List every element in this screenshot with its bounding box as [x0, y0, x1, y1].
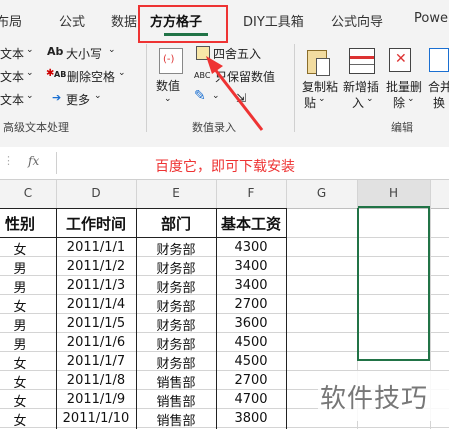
- arrow-shaft: [212, 67, 264, 131]
- arrow-head: [206, 56, 223, 74]
- annotation-arrow: [206, 56, 264, 131]
